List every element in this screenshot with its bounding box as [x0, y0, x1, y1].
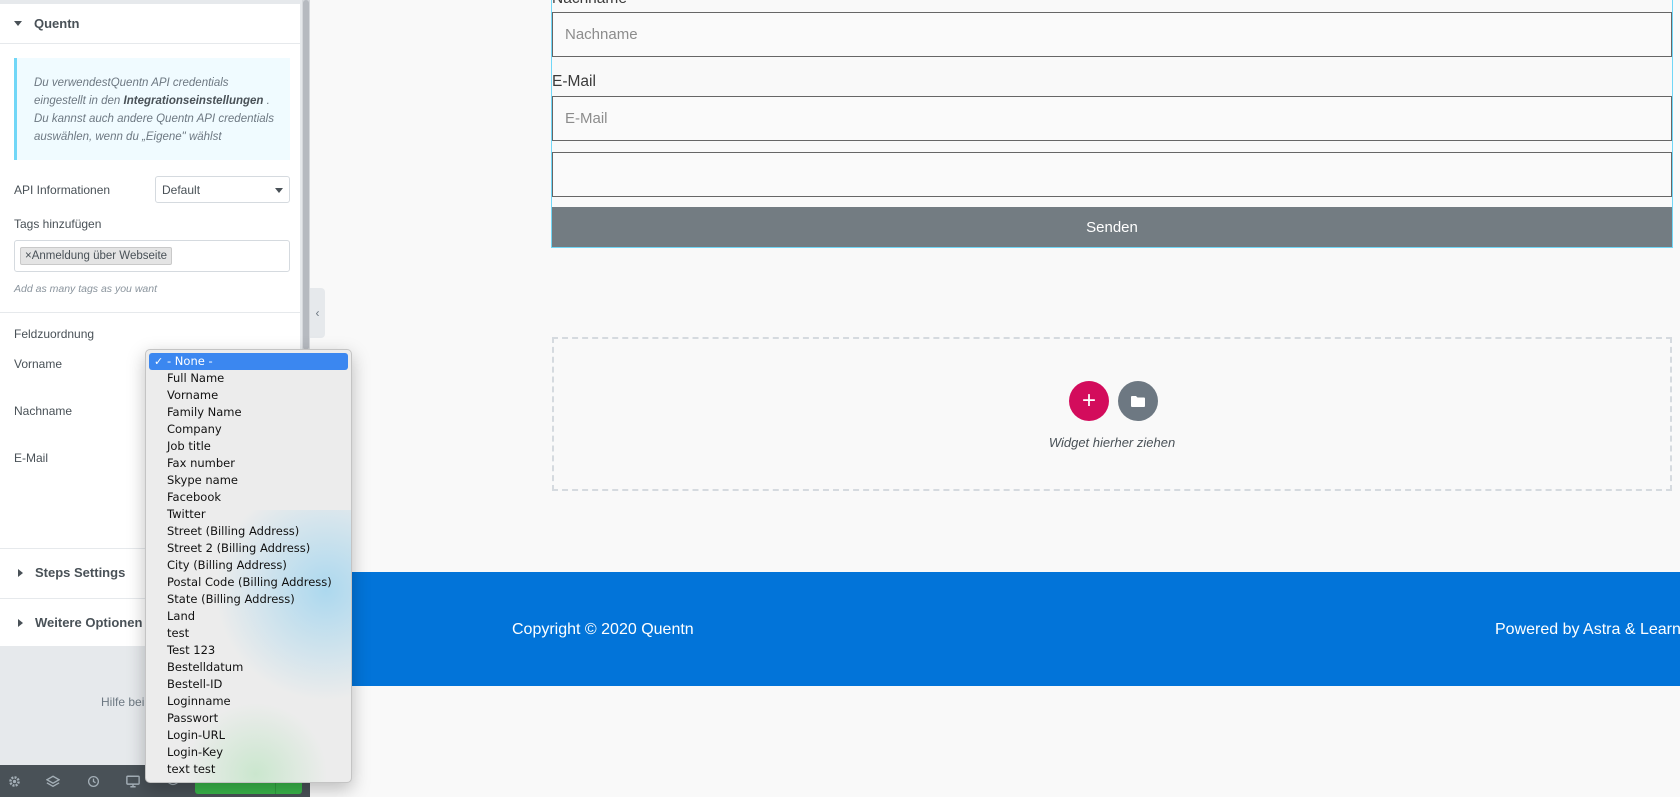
field-mapping-heading: Feldzuordnung [14, 327, 95, 341]
dropdown-option[interactable]: Passwort [146, 710, 351, 727]
dropdown-option[interactable]: Skype name [146, 472, 351, 489]
map-label-nachname: Nachname [14, 404, 73, 418]
extra-input[interactable] [552, 152, 1672, 197]
notice-line-1: Du verwendestQuentn API credentials [34, 77, 229, 89]
powered-by-text: Powered by Astra & LearnD [1495, 621, 1680, 638]
notice-text: eingestellt in den [34, 95, 121, 107]
field-mapping-dropdown[interactable]: ✓ - None - Full Name Vorname Family Name Co… [145, 349, 352, 783]
nachname-input[interactable]: Nachname [552, 12, 1672, 57]
widget-drop-zone[interactable]: + Widget hierher ziehen [552, 337, 1672, 491]
chevron-left-icon: ‹ [315, 306, 320, 320]
dropdown-option[interactable]: Bestell-ID [146, 676, 351, 693]
dropdown-option[interactable]: Family Name [146, 404, 351, 421]
api-info-value: Default [162, 183, 201, 197]
dropdown-option[interactable]: Vorname [146, 387, 351, 404]
history-icon[interactable] [85, 773, 101, 789]
drop-zone-hint: Widget hierher ziehen [1048, 435, 1176, 450]
tag-remove-icon[interactable]: × [25, 250, 32, 262]
dropdown-option[interactable]: Facebook [146, 489, 351, 506]
dropdown-option[interactable]: Full Name [146, 370, 351, 387]
plus-icon: + [1081, 387, 1096, 414]
notice-line-2: eingestellt in den Integrationseinstellu… [34, 92, 276, 110]
api-info-label: API Informationen [14, 183, 111, 197]
credentials-notice: Du verwendestQuentn API credentials eing… [14, 58, 290, 160]
email-input[interactable]: E-Mail [552, 96, 1672, 141]
section-quentn-header[interactable]: Quentn [0, 4, 300, 44]
tags-label: Tags hinzufügen [14, 217, 102, 231]
collapse-panel-button[interactable]: ‹ [310, 288, 325, 338]
caret-down-icon [14, 21, 22, 26]
caret-right-icon [18, 568, 23, 577]
notice-line-4: auswählen, wenn du „Eigene" wählst [34, 131, 222, 143]
section-title: Quentn [34, 16, 80, 31]
tag-chip: ×Anmeldung über Webseite [20, 247, 173, 265]
tags-input[interactable]: ×Anmeldung über Webseite [14, 240, 290, 272]
email-field-label: E-Mail [552, 73, 596, 90]
divider [0, 312, 300, 313]
dropdown-option[interactable]: Fax number [146, 455, 351, 472]
dropdown-option[interactable]: Job title [146, 438, 351, 455]
dropdown-option[interactable]: Loginname [146, 693, 351, 710]
dropdown-option[interactable]: Twitter [146, 506, 351, 523]
help-link[interactable]: Hilfe bei [101, 695, 144, 709]
dropdown-option[interactable]: Street 2 (Billing Address) [146, 540, 351, 557]
gear-icon[interactable] [6, 773, 22, 789]
dropdown-option[interactable]: Postal Code (Billing Address) [146, 574, 351, 591]
dropdown-option[interactable]: text test [146, 761, 351, 778]
dropdown-option[interactable]: Test 123 [146, 642, 351, 659]
section-title: Weitere Optionen [35, 615, 143, 630]
integration-settings-link[interactable]: Integrationseinstellungen [124, 95, 264, 107]
option-label: - None - [167, 354, 213, 368]
dropdown-option[interactable]: Login-Key [146, 744, 351, 761]
dropdown-option[interactable]: Login-URL [146, 727, 351, 744]
nachname-field-label: Nachname [552, 0, 627, 8]
desktop-icon[interactable] [125, 773, 141, 789]
dropdown-option[interactable]: test [146, 625, 351, 642]
tags-hint: Add as many tags as you want [14, 283, 157, 295]
tag-label: Anmeldung über Webseite [31, 250, 168, 262]
dropdown-option-list: Full Name Vorname Family Name Company Job ti… [146, 370, 351, 778]
add-template-button[interactable] [1118, 381, 1158, 421]
site-footer: Copyright © 2020 Quentn Powered by Astra… [352, 572, 1680, 686]
folder-icon [1131, 395, 1145, 407]
dropdown-option[interactable]: Street (Billing Address) [146, 523, 351, 540]
dropdown-option[interactable]: Land [146, 608, 351, 625]
dropdown-option-none[interactable]: ✓ - None - [149, 353, 348, 370]
dropdown-option[interactable]: Bestelldatum [146, 659, 351, 676]
chevron-down-icon [275, 188, 283, 193]
sidebar-scrollbar-thumb[interactable] [303, 0, 309, 350]
section-title: Steps Settings [35, 565, 126, 580]
copyright-text: Copyright © 2020 Quentn [512, 621, 694, 638]
dropdown-option[interactable]: City (Billing Address) [146, 557, 351, 574]
api-info-select[interactable]: Default [155, 176, 290, 203]
notice-text: . [266, 95, 270, 107]
caret-right-icon [18, 618, 23, 627]
add-section-button[interactable]: + [1069, 381, 1109, 421]
map-label-vorname: Vorname [14, 357, 63, 371]
dropdown-option[interactable]: Company [146, 421, 351, 438]
map-label-email: E-Mail [14, 451, 49, 465]
layers-icon[interactable] [45, 773, 61, 789]
notice-line-3: Du kannst auch andere Quentn API credent… [34, 113, 274, 125]
submit-button[interactable]: Senden [552, 207, 1672, 247]
dropdown-option[interactable]: State (Billing Address) [146, 591, 351, 608]
checkmark-icon: ✓ [154, 355, 164, 368]
